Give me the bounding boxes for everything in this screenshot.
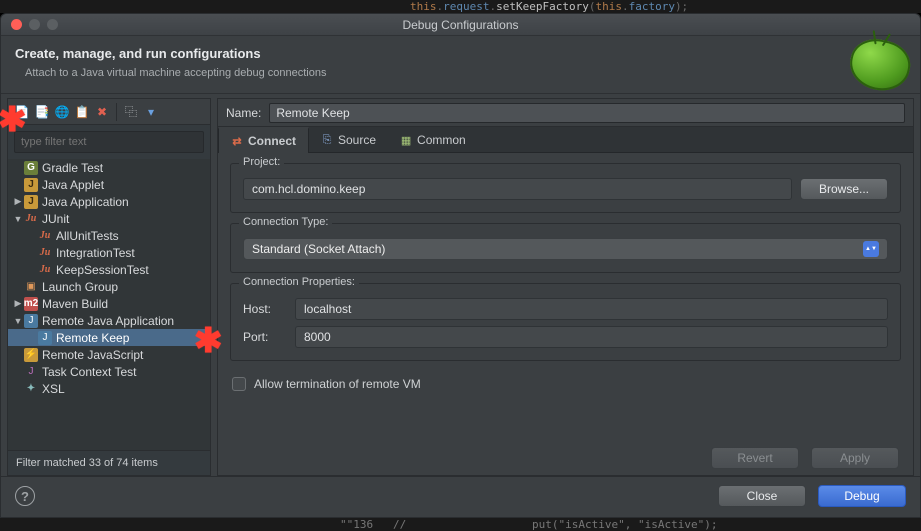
tab-common[interactable]: ▦ Common [388, 127, 478, 152]
host-input[interactable] [295, 298, 888, 320]
new-config-button[interactable]: 📄 [12, 102, 32, 122]
collapse-all-button[interactable]: ⿻ [121, 102, 141, 122]
project-input[interactable] [243, 178, 792, 200]
name-label: Name: [226, 106, 261, 120]
dialog-footer: ? Close Debug [1, 476, 920, 517]
name-input[interactable] [269, 103, 905, 123]
connection-props-group: Connection Properties: Host: Port: [230, 283, 901, 361]
common-icon: ▦ [400, 134, 412, 146]
tree-remote-keep[interactable]: J Remote Keep [8, 329, 210, 346]
project-group-label: Project: [239, 156, 284, 168]
dialog-subtitle: Attach to a Java virtual machine accepti… [15, 67, 906, 79]
config-tabs: ⇄ Connect ⎘ Source ▦ Common [218, 127, 913, 153]
connprops-group-label: Connection Properties: [239, 276, 359, 288]
config-tree[interactable]: G Gradle Test J Java Applet ▶J Java Appl… [8, 159, 210, 450]
tab-connect[interactable]: ⇄ Connect [218, 127, 309, 153]
dialog-title: Create, manage, and run configurations [15, 46, 906, 61]
tree-integrationtest[interactable]: Ju IntegrationTest [8, 244, 210, 261]
conntype-group-label: Connection Type: [239, 216, 332, 228]
duplicate-button[interactable]: 📋 [72, 102, 92, 122]
editor-peek-bottom: ""136 // put("isActive", "isActive"); [0, 518, 921, 531]
connect-icon: ⇄ [231, 135, 243, 147]
new-prototype-button[interactable]: 📑 [32, 102, 52, 122]
window-close-button[interactable] [11, 19, 22, 30]
browse-project-button[interactable]: Browse... [800, 178, 888, 200]
right-panel: Name: ⇄ Connect ⎘ Source ▦ Common [217, 98, 914, 476]
apply-button[interactable]: Apply [811, 447, 899, 469]
tree-keepsessiontest[interactable]: Ju KeepSessionTest [8, 261, 210, 278]
connection-type-select[interactable]: Standard (Socket Attach) ▲▼ [243, 238, 888, 260]
tree-xsl[interactable]: ✦ XSL [8, 380, 210, 397]
tree-junit[interactable]: ▼Ju JUnit [8, 210, 210, 227]
config-toolbar: 📄 📑 🌐 📋 ✖ ⿻ ▾ [8, 99, 210, 125]
dialog-header: Create, manage, and run configurations A… [1, 36, 920, 94]
titlebar: Debug Configurations [1, 14, 920, 36]
close-button[interactable]: Close [718, 485, 806, 507]
project-group: Project: Browse... [230, 163, 901, 213]
connection-type-group: Connection Type: Standard (Socket Attach… [230, 223, 901, 273]
host-label: Host: [243, 302, 287, 316]
toolbar-separator [116, 103, 117, 121]
left-panel: 📄 📑 🌐 📋 ✖ ⿻ ▾ G Gradle Test J Java Apple… [7, 98, 211, 476]
delete-button[interactable]: ✖ [92, 102, 112, 122]
port-label: Port: [243, 330, 287, 344]
tree-task-context-test[interactable]: J Task Context Test [8, 363, 210, 380]
help-button[interactable]: ? [15, 486, 35, 506]
tree-java-applet[interactable]: J Java Applet [8, 176, 210, 193]
tree-gradle-test[interactable]: G Gradle Test [8, 159, 210, 176]
allow-termination-checkbox[interactable] [232, 377, 246, 391]
tree-maven-build[interactable]: ▶m2 Maven Build [8, 295, 210, 312]
revert-button[interactable]: Revert [711, 447, 799, 469]
filter-status: Filter matched 33 of 74 items [8, 450, 210, 475]
tree-remote-js[interactable]: ⚡ Remote JavaScript [8, 346, 210, 363]
window-minimize-button[interactable] [29, 19, 40, 30]
allow-termination-label: Allow termination of remote VM [254, 377, 421, 391]
filter-input[interactable] [14, 131, 204, 153]
window-title: Debug Configurations [1, 18, 920, 32]
tree-remote-java-app[interactable]: ▼J Remote Java Application [8, 312, 210, 329]
source-icon: ⎘ [321, 134, 333, 146]
filter-button[interactable]: ▾ [141, 102, 161, 122]
tab-source[interactable]: ⎘ Source [309, 127, 388, 152]
debug-button[interactable]: Debug [818, 485, 906, 507]
select-stepper-icon: ▲▼ [863, 241, 879, 257]
debug-bug-icon [845, 34, 914, 95]
editor-peek-top: this.request.setKeepFactory(this.factory… [0, 0, 921, 13]
tree-launch-group[interactable]: ▣ Launch Group [8, 278, 210, 295]
tree-allunittests[interactable]: Ju AllUnitTests [8, 227, 210, 244]
port-input[interactable] [295, 326, 888, 348]
tree-java-application[interactable]: ▶J Java Application [8, 193, 210, 210]
allow-termination-row[interactable]: Allow termination of remote VM [230, 371, 901, 397]
export-button[interactable]: 🌐 [52, 102, 72, 122]
window-zoom-button[interactable] [47, 19, 58, 30]
debug-config-window: Debug Configurations Create, manage, and… [0, 13, 921, 518]
